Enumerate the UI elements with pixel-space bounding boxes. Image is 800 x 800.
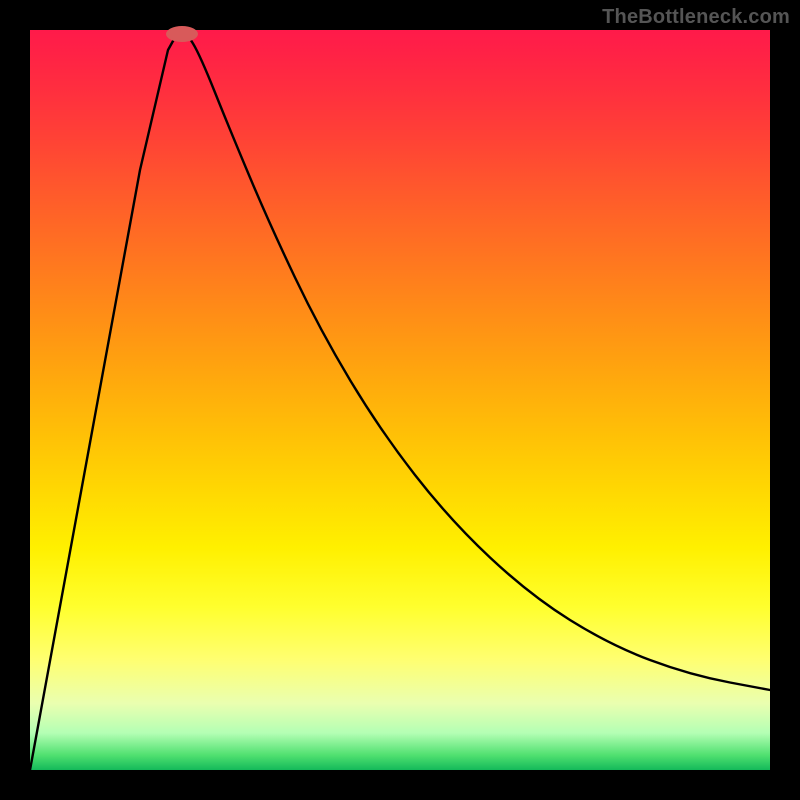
credit-label: TheBottleneck.com — [602, 6, 790, 29]
chart-overlay — [30, 30, 770, 770]
v-curve — [30, 32, 770, 770]
min-marker — [166, 26, 198, 42]
chart-container: TheBottleneck.com — [0, 0, 800, 800]
